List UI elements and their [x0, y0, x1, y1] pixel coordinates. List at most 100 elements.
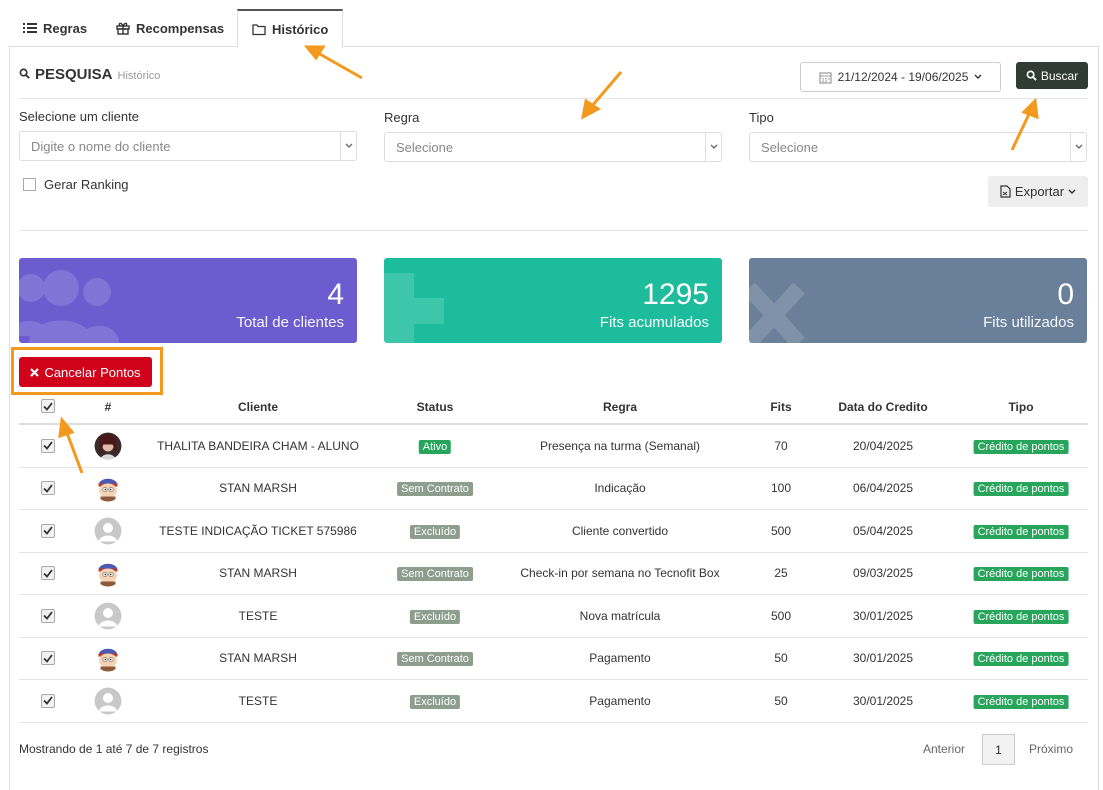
- select-all-cell[interactable]: [41, 399, 55, 413]
- cell-cliente: TESTE: [238, 608, 278, 623]
- status-badge: Sem Contrato: [397, 481, 473, 497]
- cell-cliente: STAN MARSH: [219, 651, 297, 666]
- users-icon: [19, 270, 119, 343]
- stat-card-fits-acumulados: 1295 Fits acumulados: [384, 258, 722, 343]
- regra-label: Regra: [384, 110, 420, 125]
- cell-regra: Pagamento: [589, 693, 651, 708]
- search-subtitle: Histórico: [117, 70, 161, 82]
- stat-label: Fits utilizados: [983, 314, 1074, 331]
- cliente-placeholder: Digite o nome do cliente: [31, 138, 171, 154]
- tipo-placeholder: Selecione: [761, 139, 819, 155]
- header-cliente[interactable]: Cliente: [238, 400, 278, 414]
- chevron-down-icon: [1070, 133, 1086, 161]
- divider: [19, 98, 1088, 99]
- tipo-badge-label: Crédito de pontos: [973, 567, 1069, 582]
- status-badge: Sem Contrato: [397, 566, 473, 582]
- tipo-badge: Crédito de pontos: [973, 524, 1069, 539]
- divider: [19, 230, 1088, 231]
- regra-select[interactable]: Selecione: [384, 132, 722, 162]
- header-regra[interactable]: Regra: [603, 400, 637, 414]
- header-fits[interactable]: Fits: [770, 400, 791, 414]
- row-checkbox[interactable]: [41, 608, 55, 623]
- tab-recompensas[interactable]: Recompensas: [102, 9, 238, 47]
- tab-historico[interactable]: Histórico: [237, 9, 344, 48]
- table-row[interactable]: TESTE INDICAÇÃO TICKET 575986 Excluído C…: [19, 510, 1088, 553]
- pagination-page[interactable]: 1: [982, 734, 1015, 765]
- cell-data: 30/01/2025: [852, 693, 914, 708]
- table-row[interactable]: TESTE Excluído Pagamento 50 30/01/2025 C…: [19, 680, 1088, 723]
- cell-data: 20/04/2025: [852, 438, 914, 453]
- tipo-badge: Crédito de pontos: [973, 651, 1069, 667]
- date-range-picker[interactable]: 21/12/2024 - 19/06/2025: [800, 62, 1001, 92]
- x-icon: [749, 282, 805, 343]
- table-row[interactable]: STAN MARSH Sem Contrato Check-in por sem…: [19, 553, 1088, 595]
- tipo-badge: Crédito de pontos: [973, 694, 1069, 709]
- row-checkbox[interactable]: [41, 438, 55, 453]
- table-row[interactable]: STAN MARSH Sem Contrato Pagamento 50 30/…: [19, 638, 1088, 680]
- chevron-down-icon: [340, 132, 356, 160]
- avatar: [94, 432, 122, 460]
- table-row[interactable]: TESTE Excluído Nova matrícula 500 30/01/…: [19, 595, 1088, 638]
- row-checkbox[interactable]: [41, 523, 55, 538]
- header-data[interactable]: Data do Credito: [838, 400, 927, 414]
- select-all-checkbox[interactable]: [41, 399, 55, 413]
- cell-cliente: STAN MARSH: [219, 481, 297, 496]
- cell-data: 06/04/2025: [852, 481, 914, 496]
- pagination-previous[interactable]: Anterior: [923, 742, 965, 756]
- exportar-button[interactable]: Exportar: [988, 176, 1088, 207]
- tipo-select[interactable]: Selecione: [749, 132, 1087, 162]
- status-badge: Excluído: [409, 524, 461, 539]
- table-row[interactable]: THALITA BANDEIRA CHAM - ALUNO Ativo Pres…: [19, 425, 1088, 468]
- tab-bar: Regras Recompensas Histórico: [9, 9, 1099, 48]
- pagination-next[interactable]: Próximo: [1029, 742, 1073, 756]
- header-tipo[interactable]: Tipo: [1008, 400, 1033, 414]
- status-badge-label: Sem Contrato: [397, 482, 473, 497]
- table-body: THALITA BANDEIRA CHAM - ALUNO Ativo Pres…: [19, 425, 1088, 723]
- plus-icon: [384, 273, 444, 343]
- status-badge-label: Excluído: [409, 694, 461, 709]
- tab-recompensas-label: Recompensas: [136, 20, 225, 36]
- row-checkbox[interactable]: [41, 693, 55, 708]
- cell-fits: 50: [774, 693, 788, 708]
- cell-fits: 70: [774, 438, 788, 453]
- row-checkbox[interactable]: [41, 651, 55, 666]
- records-info: Mostrando de 1 até 7 de 7 registros: [19, 742, 209, 756]
- stat-label: Fits acumulados: [599, 314, 709, 331]
- header-status[interactable]: Status: [417, 400, 454, 414]
- table-header: # Cliente Status Regra Fits Data do Cred…: [19, 390, 1088, 425]
- tipo-badge-label: Crédito de pontos: [973, 439, 1069, 454]
- chevron-down-icon: [974, 74, 982, 79]
- table-row[interactable]: STAN MARSH Sem Contrato Indicação 100 06…: [19, 468, 1088, 510]
- close-icon: [30, 367, 40, 377]
- status-badge-label: Excluído: [409, 524, 461, 539]
- row-checkbox[interactable]: [41, 481, 55, 496]
- row-checkbox[interactable]: [41, 566, 55, 581]
- status-badge: Sem Contrato: [397, 651, 473, 667]
- cell-cliente: STAN MARSH: [219, 566, 297, 581]
- status-badge: Excluído: [409, 694, 461, 709]
- search-icon: [19, 68, 30, 79]
- buscar-button[interactable]: Buscar: [1016, 62, 1088, 89]
- tipo-badge-label: Crédito de pontos: [973, 482, 1069, 497]
- stat-card-clientes: 4 Total de clientes: [19, 258, 357, 343]
- cliente-select[interactable]: Digite o nome do cliente: [19, 131, 357, 161]
- tab-historico-label: Histórico: [272, 21, 329, 37]
- file-icon: [1000, 185, 1011, 198]
- regra-placeholder: Selecione: [396, 139, 454, 155]
- cell-fits: 50: [774, 651, 788, 666]
- gerar-ranking-checkbox[interactable]: [23, 178, 36, 191]
- tipo-badge-label: Crédito de pontos: [973, 652, 1069, 667]
- avatar: [94, 644, 122, 672]
- tab-regras-label: Regras: [43, 20, 88, 36]
- gerar-ranking-option[interactable]: Gerar Ranking: [23, 177, 129, 192]
- cell-fits: 500: [770, 608, 792, 623]
- cell-data: 05/04/2025: [852, 523, 914, 538]
- stat-value: 1295: [642, 278, 709, 311]
- tipo-badge: Crédito de pontos: [973, 609, 1069, 624]
- header-index: #: [104, 400, 112, 414]
- cancelar-pontos-label: Cancelar Pontos: [44, 364, 141, 380]
- buscar-label: Buscar: [1040, 68, 1079, 83]
- cancelar-pontos-button[interactable]: Cancelar Pontos: [19, 357, 152, 387]
- cliente-label: Selecione um cliente: [19, 109, 139, 124]
- tab-regras[interactable]: Regras: [9, 9, 101, 47]
